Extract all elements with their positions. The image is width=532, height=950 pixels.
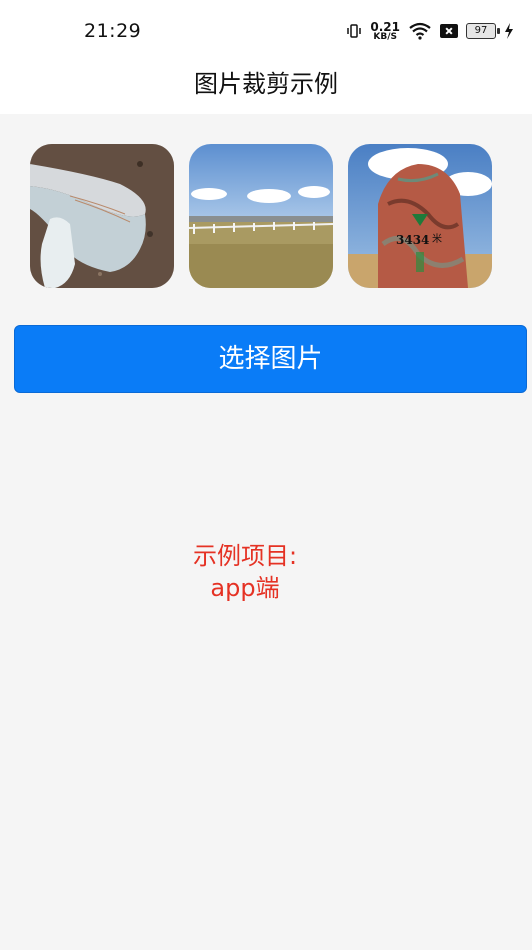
charging-bolt-icon: [505, 23, 513, 39]
notification-close-icon: [440, 24, 458, 38]
status-bar: 21:29 0.21 KB/S 97: [0, 0, 532, 62]
choose-image-button[interactable]: 选择图片: [14, 325, 527, 393]
note-line-1: 示例项目:: [192, 542, 298, 570]
nav-bar: 图片裁剪示例: [0, 62, 532, 114]
rock-altitude-number: 3434: [396, 233, 429, 247]
wifi-icon: [409, 22, 431, 40]
page-title: 图片裁剪示例: [194, 70, 338, 98]
image-list: 3434 米: [30, 144, 492, 288]
rock-altitude-unit: 米: [432, 232, 442, 245]
image-thumb-mushroom[interactable]: [30, 144, 174, 288]
battery-icon: 97: [466, 23, 500, 39]
vibrate-icon: [347, 24, 362, 38]
image-thumb-rock[interactable]: 3434 米: [348, 144, 492, 288]
mushroom-image: [30, 144, 174, 288]
example-note: 示例项目: app端: [120, 540, 370, 604]
grassland-image: [189, 144, 333, 288]
net-speed: 0.21 KB/S: [370, 21, 400, 42]
note-line-2: app端: [210, 574, 280, 602]
image-thumb-grassland[interactable]: [189, 144, 333, 288]
status-time: 21:29: [84, 20, 142, 42]
net-speed-unit: KB/S: [373, 31, 397, 42]
rock-image: 3434 米: [348, 144, 492, 288]
status-icons: 0.21 KB/S 97: [346, 18, 514, 44]
